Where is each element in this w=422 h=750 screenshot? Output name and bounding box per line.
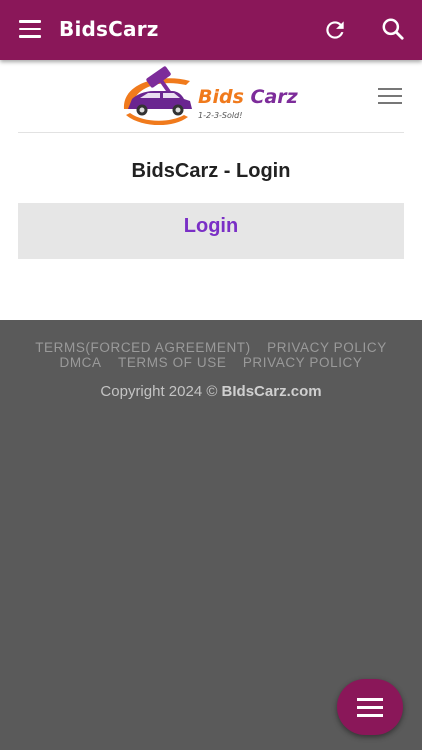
logo-tagline: 1-2-3-Sold! bbox=[198, 111, 242, 120]
hamburger-menu-icon bbox=[357, 698, 383, 701]
login-tab-label: Login bbox=[183, 215, 239, 237]
search-icon[interactable] bbox=[380, 16, 406, 42]
footer-link-privacy-policy[interactable]: PRIVACY POLICY bbox=[267, 340, 387, 355]
bidscarz-logo[interactable]: Bids Carz 1-2-3-Sold! bbox=[120, 65, 302, 131]
floating-menu-button[interactable] bbox=[337, 679, 403, 735]
page-title: BidsCarz - Login bbox=[131, 160, 291, 182]
copyright-site[interactable]: BIdsCarz.com bbox=[222, 383, 322, 400]
hamburger-menu-icon[interactable] bbox=[19, 20, 41, 38]
copyright-prefix: Copyright 2024 © bbox=[100, 383, 218, 400]
site-header: Bids Carz 1-2-3-Sold! bbox=[0, 60, 422, 134]
login-tab[interactable]: Login bbox=[18, 203, 404, 259]
app-bar: BidsCarz bbox=[0, 0, 422, 60]
footer-link-terms-of-use[interactable]: TERMS OF USE bbox=[118, 355, 226, 370]
site-menu-toggle-icon[interactable] bbox=[378, 88, 402, 106]
header-divider bbox=[18, 132, 404, 133]
footer-links: TERMS(FORCED AGREEMENT) PRIVACY POLICY D… bbox=[0, 340, 422, 370]
logo-text: Bids Carz bbox=[198, 86, 299, 108]
refresh-icon[interactable] bbox=[322, 17, 348, 43]
footer-link-terms-forced-agreement[interactable]: TERMS(FORCED AGREEMENT) bbox=[35, 340, 251, 355]
copyright: Copyright 2024 © BIdsCarz.com bbox=[0, 383, 422, 400]
app-title: BidsCarz bbox=[59, 17, 159, 41]
footer-link-privacy-policy-2[interactable]: PRIVACY POLICY bbox=[243, 355, 363, 370]
footer-link-dmca[interactable]: DMCA bbox=[59, 355, 101, 370]
